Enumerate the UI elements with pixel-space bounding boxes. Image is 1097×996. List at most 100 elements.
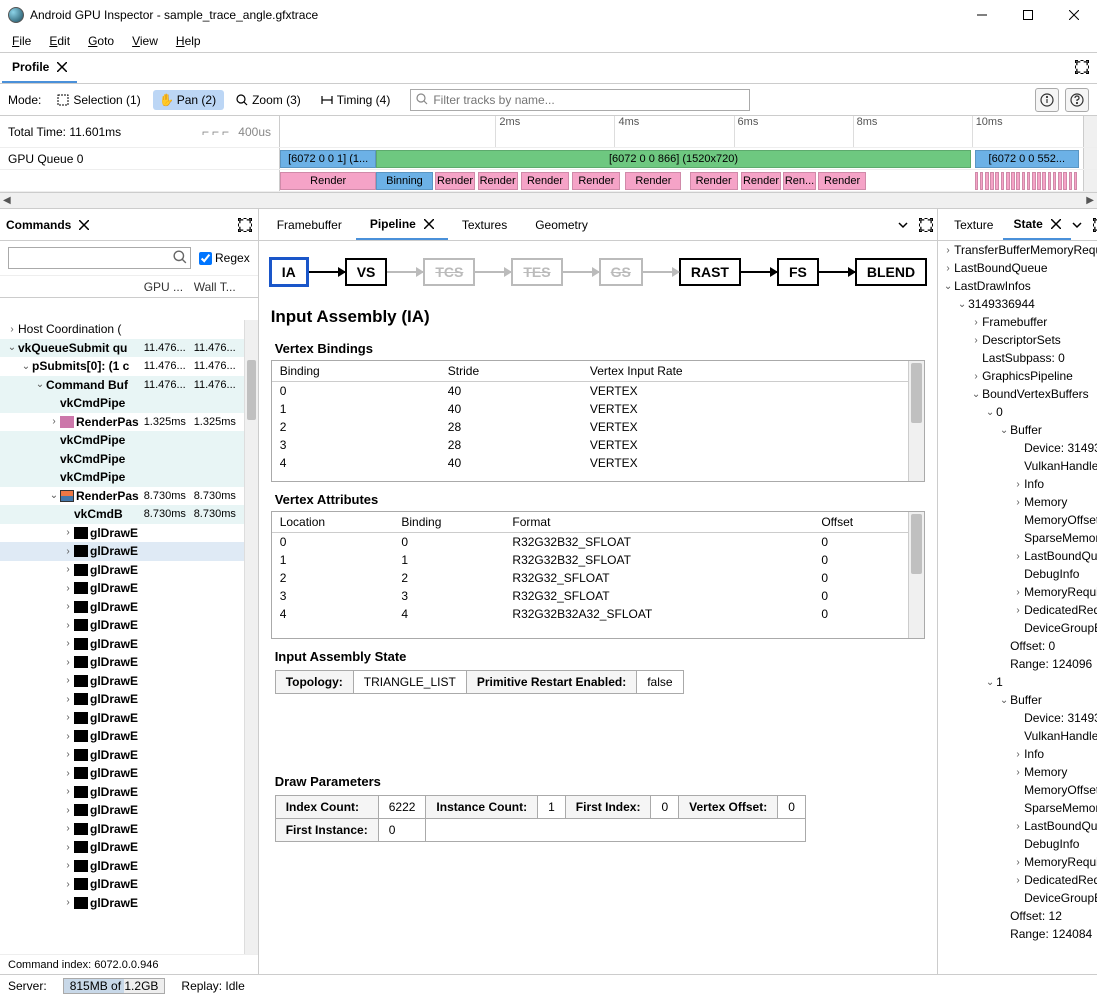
chevron-down-icon[interactable]: [1071, 219, 1083, 231]
trace-block[interactable]: [1006, 172, 1010, 190]
table-row[interactable]: 440VERTEX: [272, 454, 908, 472]
trace-block[interactable]: [995, 172, 999, 190]
trace-block[interactable]: [1022, 172, 1026, 190]
expand-icon[interactable]: [238, 218, 252, 232]
render-track[interactable]: RenderBinningRenderRenderRenderRenderRen…: [280, 170, 1083, 191]
trace-block[interactable]: [1001, 172, 1005, 190]
state-row[interactable]: DeviceGroupBinding: [938, 889, 1097, 907]
trace-block[interactable]: Render: [572, 172, 620, 190]
state-row[interactable]: ›Memory: [938, 763, 1097, 781]
table-vscroll[interactable]: [908, 361, 924, 481]
commands-tree[interactable]: ›Host Coordination (⌄vkQueueSubmit qu11.…: [0, 320, 244, 954]
minimize-button[interactable]: [959, 0, 1005, 30]
trace-block[interactable]: [1048, 172, 1052, 190]
command-row[interactable]: ›glDrawE: [0, 801, 244, 820]
trace-block[interactable]: Ren...: [783, 172, 815, 190]
state-row[interactable]: ›DedicatedRequirements: [938, 871, 1097, 889]
command-row[interactable]: ›glDrawE: [0, 838, 244, 857]
stage-blend[interactable]: BLEND: [855, 258, 927, 286]
command-row[interactable]: ⌄Command Buf11.476...11.476...: [0, 376, 244, 395]
command-row[interactable]: ›glDrawE: [0, 875, 244, 894]
command-row[interactable]: ›glDrawE: [0, 690, 244, 709]
command-row[interactable]: ›glDrawE: [0, 709, 244, 728]
trace-block[interactable]: [1027, 172, 1031, 190]
table-row[interactable]: 228VERTEX: [272, 418, 908, 436]
trace-block[interactable]: [1053, 172, 1057, 190]
trace-block[interactable]: [6072 0 0 552...: [975, 150, 1079, 168]
close-icon[interactable]: [424, 219, 434, 229]
timeline-ruler[interactable]: 2ms4ms6ms8ms10ms: [280, 116, 1083, 147]
state-row[interactable]: Offset: 0: [938, 637, 1097, 655]
state-row[interactable]: LastSubpass: 0: [938, 349, 1097, 367]
trace-block[interactable]: [980, 172, 984, 190]
command-row[interactable]: ›glDrawE: [0, 857, 244, 876]
command-row[interactable]: ›glDrawE: [0, 894, 244, 913]
maximize-button[interactable]: [1005, 0, 1051, 30]
command-row[interactable]: vkCmdPipe: [0, 468, 244, 487]
state-row[interactable]: ›TransferBufferMemoryRequirements: [938, 241, 1097, 259]
stage-ia[interactable]: IA: [269, 257, 309, 287]
menu-file[interactable]: File: [4, 32, 39, 50]
expand-icon[interactable]: [919, 218, 933, 232]
state-row[interactable]: ›LastBoundQueue: [938, 259, 1097, 277]
state-row[interactable]: VulkanHandle: 1483992096: [938, 727, 1097, 745]
command-row[interactable]: ›glDrawE: [0, 820, 244, 839]
close-icon[interactable]: [1051, 219, 1061, 229]
state-row[interactable]: ⌄Buffer: [938, 421, 1097, 439]
pan-mode-button[interactable]: ✋ Pan (2): [153, 90, 224, 110]
stage-tcs[interactable]: TCS: [423, 258, 475, 286]
tab-texture[interactable]: Texture: [944, 209, 1003, 240]
trace-block[interactable]: [1063, 172, 1067, 190]
command-row[interactable]: ›glDrawE: [0, 672, 244, 691]
state-row[interactable]: Device: 3149342640: [938, 439, 1097, 457]
table-vscroll[interactable]: [908, 512, 924, 638]
scroll-right-icon[interactable]: ▶: [1086, 195, 1094, 206]
state-row[interactable]: ›DescriptorSets: [938, 331, 1097, 349]
command-row[interactable]: ›glDrawE: [0, 764, 244, 783]
state-row[interactable]: ›MemoryRequirements: [938, 853, 1097, 871]
tab-geometry[interactable]: Geometry: [521, 209, 602, 240]
timeline-hscroll[interactable]: ◀ ▶: [0, 192, 1097, 208]
command-row[interactable]: ›glDrawE: [0, 783, 244, 802]
state-row[interactable]: MemoryOffset: 12964288: [938, 781, 1097, 799]
timing-mode-button[interactable]: Timing (4): [313, 90, 399, 110]
command-row[interactable]: ›glDrawE: [0, 524, 244, 543]
trace-block[interactable]: [1037, 172, 1041, 190]
table-row[interactable]: 00R32G32B32_SFLOAT0: [272, 533, 908, 552]
expand-icon[interactable]: [1093, 218, 1097, 232]
tab-textures[interactable]: Textures: [448, 209, 521, 240]
trace-block[interactable]: [990, 172, 994, 190]
command-row[interactable]: ›glDrawE: [0, 579, 244, 598]
table-row[interactable]: 328VERTEX: [272, 436, 908, 454]
command-search-input[interactable]: [8, 247, 191, 269]
menu-view[interactable]: View: [124, 32, 166, 50]
timeline-vscroll[interactable]: [1083, 116, 1097, 147]
expand-icon[interactable]: [1075, 60, 1089, 74]
state-row[interactable]: ⌄LastDrawInfos: [938, 277, 1097, 295]
trace-block[interactable]: Render: [478, 172, 518, 190]
command-row[interactable]: ›glDrawE: [0, 746, 244, 765]
command-row[interactable]: ›glDrawE: [0, 598, 244, 617]
state-row[interactable]: DebugInfo: [938, 565, 1097, 583]
state-row[interactable]: SparseMemoryBindings: [938, 799, 1097, 817]
trace-block[interactable]: [1032, 172, 1036, 190]
tab-pipeline[interactable]: Pipeline: [356, 209, 448, 240]
zoom-mode-button[interactable]: Zoom (3): [228, 90, 309, 110]
command-row[interactable]: vkCmdPipe: [0, 450, 244, 469]
trace-block[interactable]: [1016, 172, 1020, 190]
state-row[interactable]: ›MemoryRequirements: [938, 583, 1097, 601]
trace-block[interactable]: [1042, 172, 1046, 190]
state-row[interactable]: ⌄1: [938, 673, 1097, 691]
trace-block[interactable]: [975, 172, 979, 190]
filter-input[interactable]: [410, 89, 750, 111]
trace-block[interactable]: [1069, 172, 1073, 190]
state-row[interactable]: ⌄Buffer: [938, 691, 1097, 709]
state-row[interactable]: DebugInfo: [938, 835, 1097, 853]
gpu-queue-track[interactable]: [6072 0 0 1] (1... [6072 0 0 866] (1520x…: [280, 148, 1083, 169]
close-icon[interactable]: [79, 220, 89, 230]
command-row[interactable]: vkCmdPipe: [0, 394, 244, 413]
selection-mode-button[interactable]: Selection (1): [49, 90, 148, 110]
col-gpu[interactable]: GPU ...: [144, 280, 194, 294]
state-row[interactable]: SparseMemoryBindings: [938, 529, 1097, 547]
state-row[interactable]: ›DedicatedRequirements: [938, 601, 1097, 619]
